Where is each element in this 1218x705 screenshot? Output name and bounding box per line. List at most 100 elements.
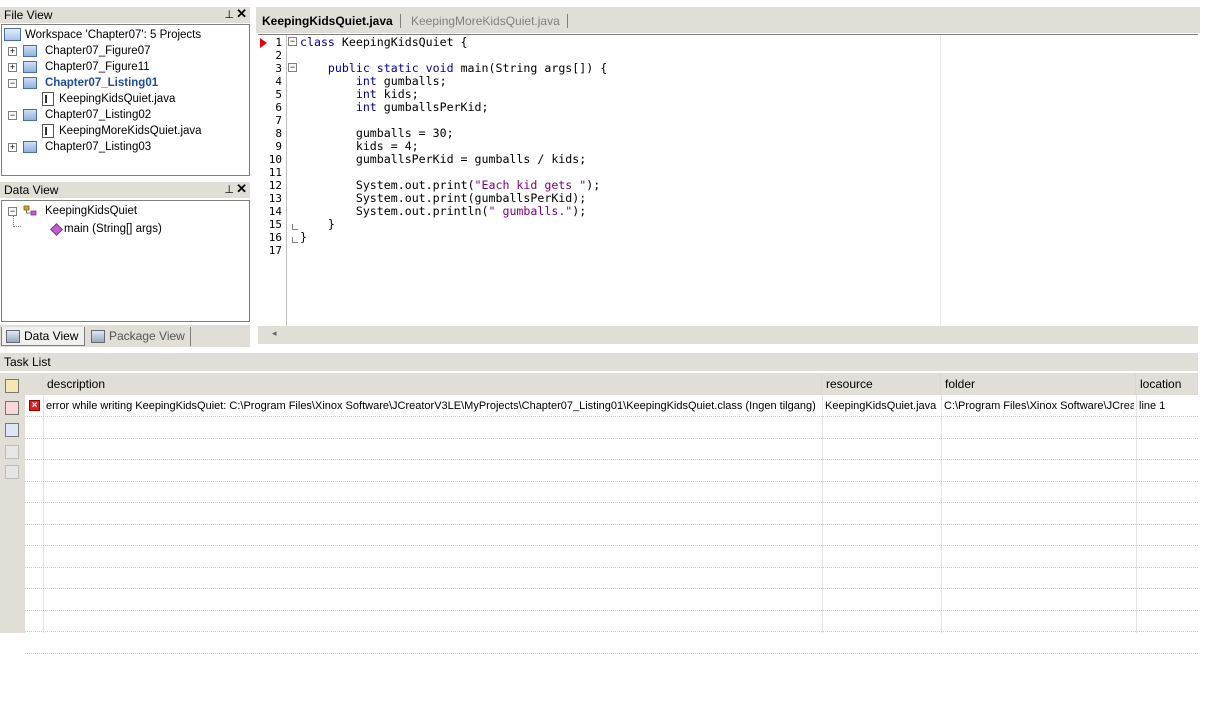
- row-divider: [25, 545, 1198, 546]
- edit-task-icon[interactable]: [5, 379, 19, 393]
- tab-package-view[interactable]: Package View: [87, 327, 191, 346]
- resource-column-header[interactable]: resource: [822, 373, 941, 395]
- fold-toggle-icon[interactable]: −: [288, 63, 297, 72]
- description-column-header[interactable]: description: [43, 373, 822, 395]
- column-divider: [941, 395, 942, 633]
- line-number: 7: [275, 114, 282, 127]
- line-number: 15: [268, 218, 282, 231]
- row-divider: [25, 416, 1198, 417]
- line-number: 8: [275, 127, 282, 140]
- file-node[interactable]: KeepingKidsQuiet.java: [38, 91, 268, 107]
- project-label: Chapter07_Figure07: [45, 45, 151, 57]
- pin-icon[interactable]: ⊥: [224, 182, 234, 198]
- line-number: 6: [275, 101, 282, 114]
- tab-keeping-kids-quiet[interactable]: KeepingKidsQuiet.java: [256, 11, 401, 31]
- code-line: gumballsPerKid = gumballs / kids;: [355, 152, 587, 166]
- line-number: 4: [275, 75, 282, 88]
- status-column-header[interactable]: [25, 373, 43, 395]
- goto-task-icon[interactable]: [5, 423, 19, 437]
- editor-horizontal-scrollbar[interactable]: ◂: [258, 326, 1198, 344]
- task-list-title: Task List: [4, 355, 51, 369]
- line-number: 14: [268, 205, 282, 218]
- row-divider: [25, 588, 1198, 589]
- scroll-left-icon[interactable]: ◂: [272, 328, 277, 339]
- move-down-icon[interactable]: [5, 465, 19, 479]
- fold-toggle-icon[interactable]: −: [288, 37, 297, 46]
- java-file-icon: [42, 92, 54, 106]
- method-icon: [50, 223, 63, 236]
- tab-package-view-label: Package View: [109, 329, 185, 343]
- delete-task-icon[interactable]: [5, 401, 19, 415]
- fold-end-marker: [292, 237, 298, 243]
- code-line: class KeepingKidsQuiet {: [300, 35, 468, 49]
- project-node[interactable]: − Chapter07_Listing01: [8, 75, 238, 91]
- expand-icon[interactable]: +: [8, 143, 17, 152]
- move-up-icon[interactable]: [5, 445, 19, 459]
- line-number: 12: [268, 179, 282, 192]
- code-line: }: [300, 230, 307, 244]
- code-editor[interactable]: 1 2 3 4 5 6 7 8 9 10 11 12 13 14 15 16 17 − − class Keep…: [258, 34, 1198, 326]
- close-icon[interactable]: ✕: [236, 181, 247, 197]
- project-icon: [23, 141, 37, 153]
- collapse-icon[interactable]: −: [8, 79, 17, 88]
- project-label: Chapter07_Listing01: [45, 77, 159, 89]
- data-view-tree: − KeepingKidsQuiet main (String[] args): [1, 200, 250, 322]
- row-divider: [25, 480, 1198, 482]
- project-icon: [23, 77, 37, 89]
- tab-label: KeepingMoreKidsQuiet.java: [411, 14, 560, 28]
- method-node[interactable]: main (String[] args): [50, 221, 240, 237]
- location-column-header[interactable]: location: [1136, 373, 1198, 395]
- close-icon[interactable]: ✕: [236, 6, 247, 22]
- folder-column-header[interactable]: folder: [941, 373, 1136, 395]
- task-description: error while writing KeepingKidsQuiet: C:…: [46, 400, 816, 412]
- tab-label: KeepingKidsQuiet.java: [262, 14, 393, 28]
- pin-icon[interactable]: ⊥: [224, 7, 234, 23]
- code-line: System.out.println(" gumballs.");: [355, 204, 587, 218]
- tab-data-view[interactable]: Data View: [1, 327, 85, 346]
- line-number: 1: [275, 36, 282, 49]
- error-marker-icon: [260, 38, 267, 48]
- file-node[interactable]: KeepingMoreKidsQuiet.java: [38, 123, 268, 139]
- left-panel-tabs: Data View Package View: [0, 325, 250, 347]
- java-file-icon: [42, 124, 54, 138]
- row-divider: [25, 523, 1198, 525]
- fold-margin: [286, 35, 287, 326]
- line-number: 17: [268, 244, 282, 257]
- project-node[interactable]: + Chapter07_Figure11: [8, 59, 238, 75]
- row-divider: [25, 652, 1198, 654]
- column-divider: [43, 395, 44, 633]
- project-node[interactable]: + Chapter07_Figure07: [8, 43, 238, 59]
- line-number: 2: [275, 49, 282, 62]
- task-location: line 1: [1139, 400, 1166, 412]
- project-node[interactable]: + Chapter07_Listing03: [8, 139, 238, 155]
- data-view-icon: [6, 330, 20, 343]
- workspace-node[interactable]: Workspace 'Chapter07': 5 Projects: [4, 27, 244, 43]
- project-label: Chapter07_Listing02: [45, 109, 152, 121]
- row-divider: [25, 566, 1198, 568]
- row-divider: [25, 609, 1198, 611]
- tab-separator: [399, 14, 401, 28]
- tab-data-view-label: Data View: [24, 329, 79, 343]
- collapse-icon[interactable]: −: [8, 207, 17, 216]
- project-icon: [23, 61, 37, 73]
- task-folder: C:\Program Files\Xinox Software\JCreat: [944, 400, 1134, 412]
- tab-keeping-more-kids-quiet[interactable]: KeepingMoreKidsQuiet.java: [405, 11, 568, 31]
- project-label: Chapter07_Listing03: [45, 141, 152, 153]
- expand-icon[interactable]: +: [8, 63, 17, 72]
- project-icon: [23, 45, 37, 57]
- line-number: 13: [268, 192, 282, 205]
- class-node[interactable]: − KeepingKidsQuiet: [8, 203, 208, 219]
- expand-icon[interactable]: +: [8, 47, 17, 56]
- method-label: main (String[] args): [64, 223, 162, 235]
- row-divider: [25, 502, 1198, 503]
- class-label: KeepingKidsQuiet: [45, 205, 138, 217]
- file-view-tree: Workspace 'Chapter07': 5 Projects + Chapt…: [1, 24, 250, 176]
- file-view-header: File View ⊥ ✕: [0, 6, 250, 23]
- project-node[interactable]: − Chapter07_Listing02: [8, 107, 238, 123]
- column-divider: [822, 395, 823, 633]
- file-label: KeepingMoreKidsQuiet.java: [59, 125, 202, 137]
- workspace-icon: [4, 28, 21, 41]
- collapse-icon[interactable]: −: [8, 111, 17, 120]
- editor-tab-bar: KeepingKidsQuiet.java KeepingMoreKidsQui…: [256, 7, 1200, 33]
- row-divider: [25, 437, 1198, 439]
